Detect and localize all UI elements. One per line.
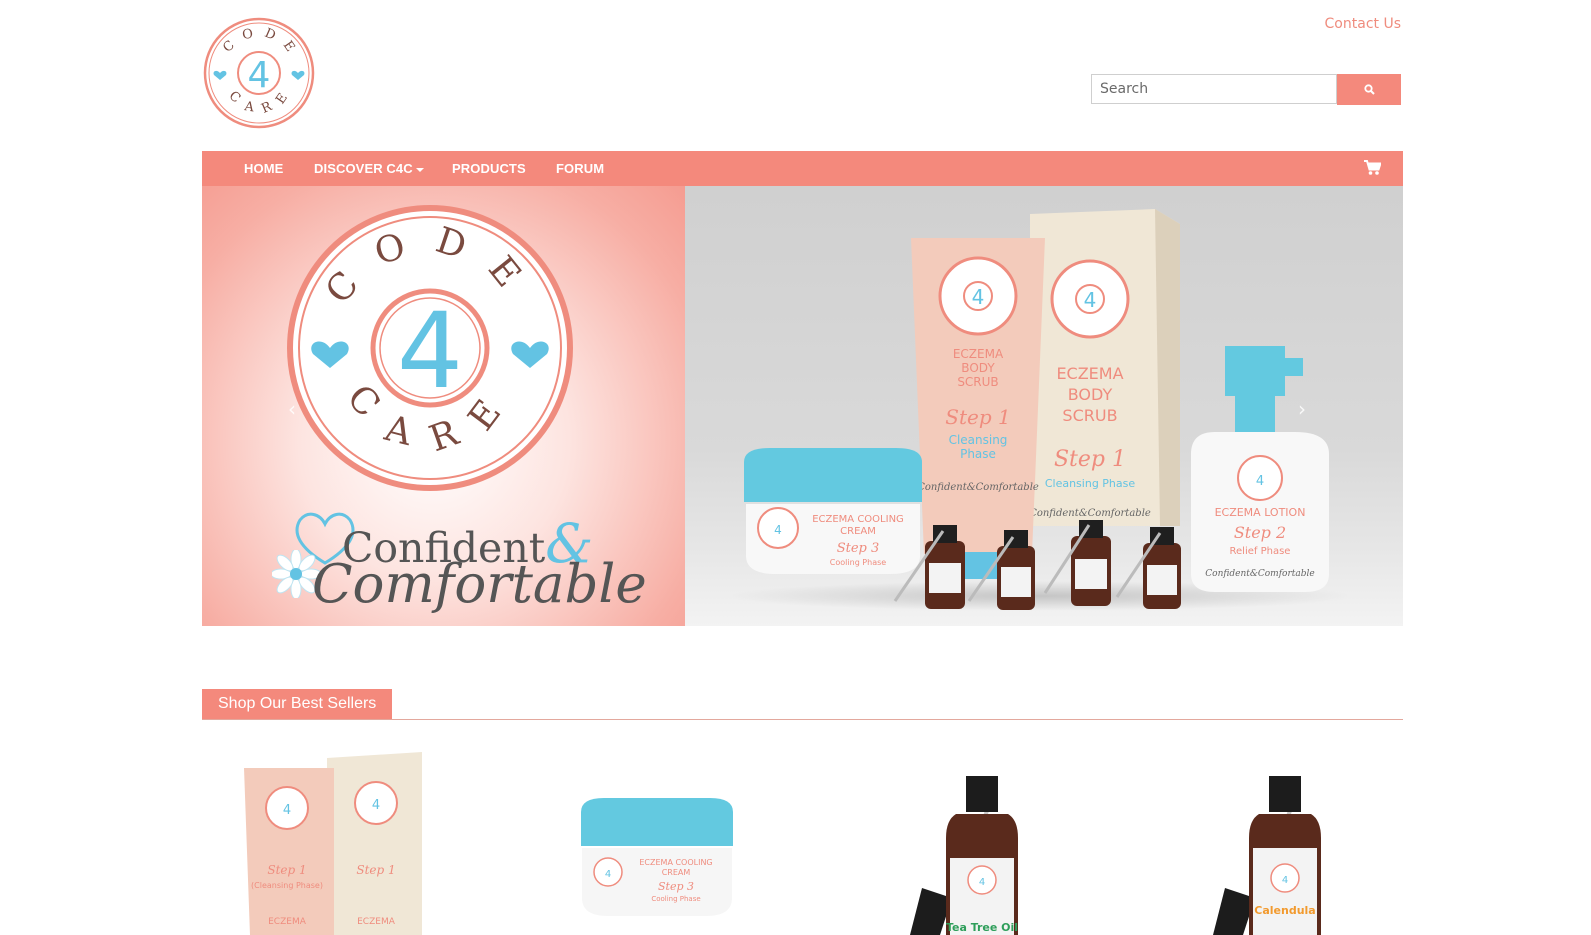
svg-text:ECZEMA: ECZEMA — [268, 917, 307, 927]
search-input[interactable] — [1091, 74, 1337, 104]
hero-logo-number: 4 — [397, 290, 463, 412]
product-image: 4 ECZEMA COOLING CREAM Step 3 Cooling Ph… — [581, 798, 733, 916]
product-lotion-image: 4 ECZEMA LOTION Step 2 Relief Phase Conf… — [1191, 346, 1329, 592]
contact-us-link[interactable]: Contact Us — [1290, 16, 1401, 32]
best-seller-item-calendula[interactable]: 4 Calendula — [1195, 748, 1355, 935]
best-sellers-title: Shop Our Best Sellers — [202, 689, 393, 719]
svg-text:ECZEMA: ECZEMA — [1056, 364, 1123, 383]
svg-text:SCRUB: SCRUB — [1062, 406, 1117, 425]
main-nav: HOME DISCOVER C4C PRODUCTS FORUM — [202, 151, 1403, 186]
nav-forum[interactable]: FORUM — [556, 151, 604, 186]
svg-text:Cleansing: Cleansing — [949, 433, 1008, 447]
svg-text:4: 4 — [605, 869, 611, 880]
svg-text:4: 4 — [774, 523, 782, 537]
nav-home[interactable]: HOME — [244, 151, 283, 186]
nav-discover-c4c[interactable]: DISCOVER C4C — [314, 151, 424, 186]
svg-text:4: 4 — [1256, 474, 1264, 489]
svg-text:Cooling Phase: Cooling Phase — [830, 558, 886, 567]
svg-text:ECZEMA: ECZEMA — [953, 347, 1004, 361]
best-sellers-header: Shop Our Best Sellers — [202, 689, 1403, 720]
svg-text:CREAM: CREAM — [662, 868, 691, 877]
product-image: 4 4 Step 1 (Cleansing Phase) ECZEMA Step… — [244, 752, 422, 935]
svg-text:Step 1: Step 1 — [356, 863, 395, 877]
hero-carousel[interactable]: 4 CODE CARE Confident& Comfortable ‹ 4 E… — [202, 186, 1403, 626]
best-seller-item-tea-tree-oil[interactable]: 4 Tea Tree Oil — [892, 748, 1052, 935]
svg-text:Step 1: Step 1 — [1054, 447, 1126, 472]
svg-text:Step 1: Step 1 — [945, 405, 1010, 429]
hero-logo-icon: 4 CODE CARE — [287, 205, 573, 491]
svg-text:4: 4 — [283, 803, 291, 818]
product-oil-bottles-image — [893, 520, 1181, 610]
product-image: 4 Calendula — [1213, 776, 1321, 935]
svg-text:Confident&Comfortable: Confident&Comfortable — [1205, 569, 1314, 579]
svg-text:Step 3: Step 3 — [658, 880, 694, 893]
nav-discover-label: DISCOVER C4C — [314, 161, 413, 176]
svg-text:Step 1: Step 1 — [267, 863, 306, 877]
search-icon — [1363, 84, 1375, 95]
svg-text:Confident&Comfortable: Confident&Comfortable — [917, 482, 1039, 493]
svg-text:(Cleansing Phase): (Cleansing Phase) — [251, 881, 323, 890]
svg-text:Calendula: Calendula — [1254, 904, 1315, 917]
nav-products[interactable]: PRODUCTS — [452, 151, 526, 186]
svg-text:4: 4 — [1084, 288, 1097, 312]
svg-text:4: 4 — [1282, 875, 1288, 886]
svg-text:4: 4 — [979, 877, 985, 888]
svg-text:Relief Phase: Relief Phase — [1230, 546, 1291, 557]
svg-text:4: 4 — [972, 285, 985, 309]
svg-text:Cooling Phase: Cooling Phase — [651, 895, 700, 903]
tagline-comfortable: Comfortable — [312, 554, 647, 615]
svg-text:SCRUB: SCRUB — [957, 375, 998, 389]
hero-product-panel: 4 ECZEMA BODY SCRUB Step 1 Cleansing Pha… — [685, 186, 1403, 626]
svg-text:BODY: BODY — [961, 361, 995, 375]
svg-text:ECZEMA LOTION: ECZEMA LOTION — [1215, 506, 1306, 519]
code4care-logo-icon[interactable]: 4 CODE CARE — [203, 17, 315, 129]
svg-text:ECZEMA COOLING: ECZEMA COOLING — [639, 858, 712, 867]
best-seller-item-cooling-cream[interactable]: 4 ECZEMA COOLING CREAM Step 3 Cooling Ph… — [578, 748, 738, 935]
svg-text:Step 3: Step 3 — [837, 541, 880, 556]
svg-text:Step 2: Step 2 — [1234, 523, 1286, 542]
search-button[interactable] — [1337, 74, 1401, 105]
svg-text:ECZEMA: ECZEMA — [357, 917, 396, 927]
svg-text:Cleansing Phase: Cleansing Phase — [1045, 477, 1136, 490]
svg-text:CREAM: CREAM — [840, 526, 876, 537]
shopping-cart-icon[interactable] — [1364, 160, 1381, 176]
hero-brand-panel: 4 CODE CARE Confident& Comfortable ‹ — [202, 186, 685, 626]
svg-text:4: 4 — [372, 798, 380, 813]
caret-down-icon — [415, 167, 424, 172]
best-seller-item-scrub[interactable]: 4 4 Step 1 (Cleansing Phase) ECZEMA Step… — [242, 748, 427, 935]
logo-number: 4 — [248, 55, 271, 96]
svg-text:Phase: Phase — [960, 447, 996, 461]
svg-text:BODY: BODY — [1068, 385, 1113, 404]
chevron-right-icon[interactable]: › — [1298, 399, 1306, 419]
chevron-left-icon[interactable]: ‹ — [288, 399, 296, 419]
product-image: 4 Tea Tree Oil — [910, 776, 1018, 935]
svg-text:Tea Tree Oil: Tea Tree Oil — [946, 921, 1018, 934]
